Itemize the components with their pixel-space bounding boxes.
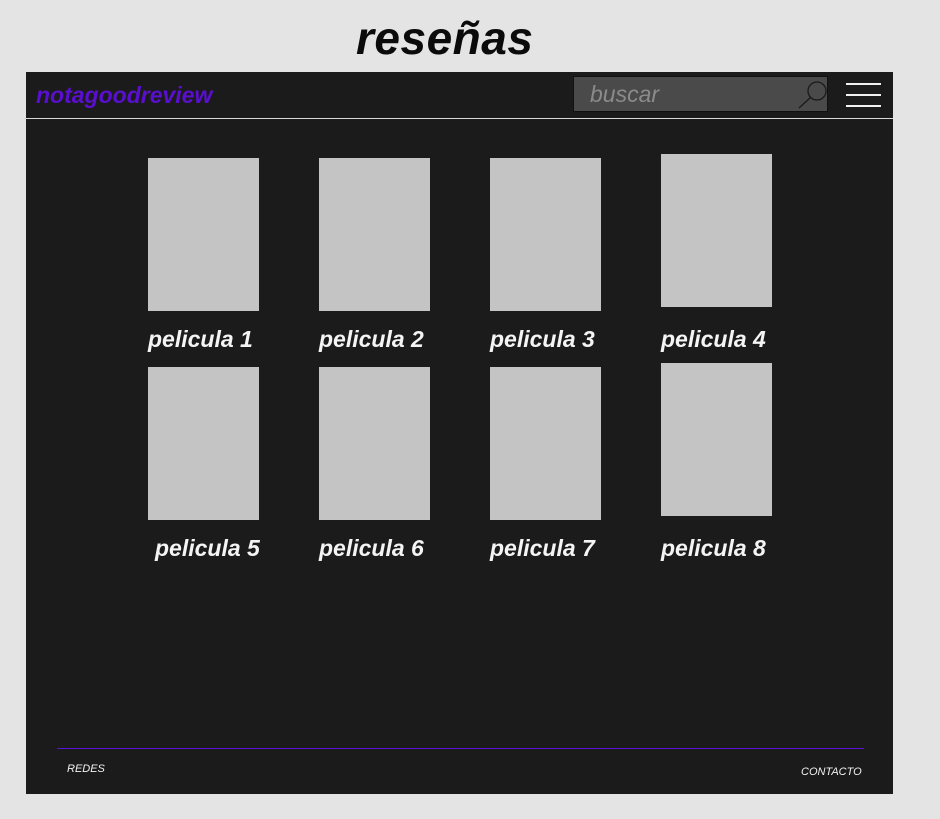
movie-card[interactable]: pelicula 6 bbox=[319, 367, 459, 567]
movie-poster bbox=[148, 158, 259, 311]
movie-card[interactable]: pelicula 5 bbox=[148, 367, 288, 567]
movie-title: pelicula 8 bbox=[661, 535, 766, 561]
movie-poster bbox=[661, 154, 772, 307]
movie-poster bbox=[490, 158, 601, 311]
footer-divider bbox=[57, 748, 864, 749]
navbar-divider bbox=[24, 118, 893, 119]
search-box bbox=[573, 76, 828, 112]
app-frame: notagoodreview pelicula 1 pelicula 2 pel… bbox=[24, 72, 893, 794]
page-title: reseñas bbox=[356, 12, 534, 64]
movie-title: pelicula 1 bbox=[148, 326, 253, 352]
movie-poster bbox=[148, 367, 259, 520]
movie-card[interactable]: pelicula 8 bbox=[661, 363, 801, 563]
movie-title: pelicula 6 bbox=[319, 535, 424, 561]
footer-link-redes[interactable]: REDES bbox=[67, 763, 105, 776]
movie-title: pelicula 2 bbox=[319, 326, 424, 352]
navbar: notagoodreview bbox=[24, 72, 893, 119]
search-icon[interactable] bbox=[798, 79, 830, 109]
movie-poster bbox=[661, 363, 772, 516]
footer-link-contacto[interactable]: CONTACTO bbox=[801, 766, 862, 779]
movie-card[interactable]: pelicula 3 bbox=[490, 158, 630, 358]
movie-title: pelicula 3 bbox=[490, 326, 595, 352]
movie-poster bbox=[319, 158, 430, 311]
movie-poster bbox=[490, 367, 601, 520]
movie-title: pelicula 5 bbox=[155, 535, 260, 561]
site-logo[interactable]: notagoodreview bbox=[36, 82, 212, 108]
movie-card[interactable]: pelicula 2 bbox=[319, 158, 459, 358]
movie-card[interactable]: pelicula 7 bbox=[490, 367, 630, 567]
movie-poster bbox=[319, 367, 430, 520]
movie-title: pelicula 4 bbox=[661, 326, 766, 352]
movie-card[interactable]: pelicula 1 bbox=[148, 158, 288, 358]
movie-title: pelicula 7 bbox=[490, 535, 595, 561]
hamburger-menu-icon[interactable] bbox=[846, 83, 881, 108]
search-input[interactable] bbox=[574, 77, 789, 111]
movie-card[interactable]: pelicula 4 bbox=[661, 154, 801, 354]
